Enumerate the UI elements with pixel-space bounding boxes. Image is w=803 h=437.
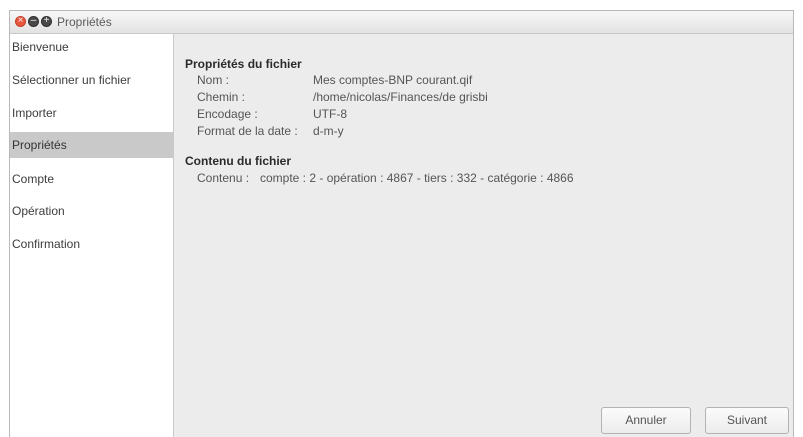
sidebar-item-confirmation[interactable]: Confirmation (10, 231, 173, 257)
minimize-button[interactable]: – (28, 15, 39, 27)
contents-value: compte : 2 - opération : 4867 - tiers : … (260, 171, 574, 185)
sidebar-item-compte[interactable]: Compte (10, 166, 173, 192)
path-value: /home/nicolas/Finances/de grisbi (313, 90, 488, 104)
contents-label: Contenu : (197, 171, 250, 185)
name-value: Mes comptes-BNP courant.qif (313, 73, 473, 87)
sidebar-item-bienvenue[interactable]: Bienvenue (10, 34, 173, 60)
maximize-icon: + (43, 15, 50, 26)
minimize-icon: – (30, 15, 37, 26)
sidebar-item-selectionner-fichier[interactable]: Sélectionner un fichier (10, 67, 173, 93)
date-format-label: Format de la date : (197, 124, 298, 138)
window-title: Propriétés (57, 15, 112, 29)
next-button[interactable]: Suivant (705, 407, 789, 434)
date-format-value: d-m-y (313, 124, 344, 138)
maximize-button[interactable]: + (41, 15, 52, 27)
sidebar-item-importer[interactable]: Importer (10, 100, 173, 126)
close-icon: × (17, 15, 24, 26)
main-content: Propriétés du fichier Nom : Mes comptes-… (174, 34, 793, 437)
title-bar: × – + Propriétés (10, 11, 793, 34)
sidebar-item-operation[interactable]: Opération (10, 198, 173, 224)
name-label: Nom : (197, 73, 230, 87)
import-window: × – + Propriétés Bienvenue Sélectionner … (9, 10, 794, 437)
sidebar: Bienvenue Sélectionner un fichier Import… (10, 34, 174, 437)
encoding-label: Encodage : (197, 107, 258, 121)
file-contents-heading: Contenu du fichier (185, 154, 291, 168)
file-properties-heading: Propriétés du fichier (185, 57, 302, 71)
sidebar-item-proprietes[interactable]: Propriétés (10, 132, 173, 158)
cancel-button[interactable]: Annuler (601, 407, 691, 434)
encoding-value: UTF-8 (313, 107, 347, 121)
path-label: Chemin : (197, 90, 246, 104)
close-button[interactable]: × (15, 15, 26, 27)
